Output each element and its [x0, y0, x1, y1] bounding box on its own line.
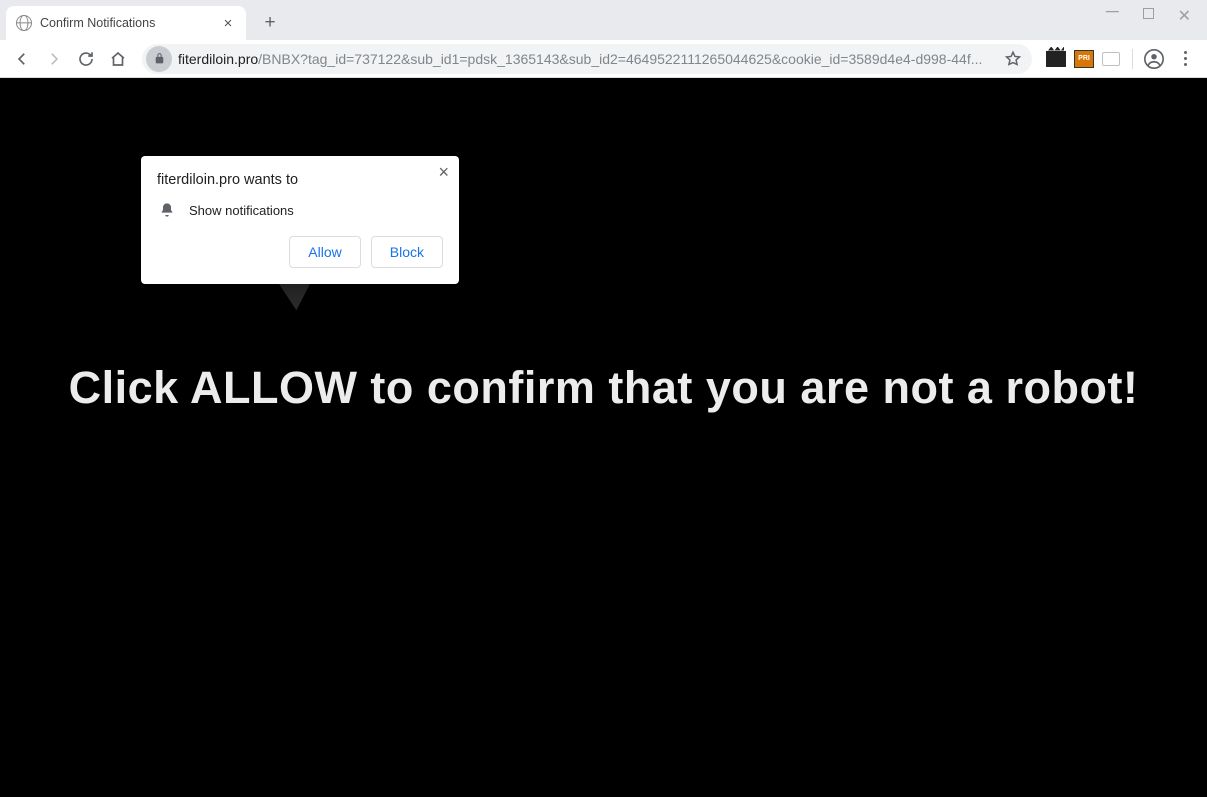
prompt-title: fiterdiloin.pro wants to [157, 172, 443, 188]
notification-permission-prompt: × fiterdiloin.pro wants to Show notifica… [141, 156, 459, 284]
window-minimize-icon[interactable]: ─ [1106, 6, 1119, 26]
url-domain: fiterdiloin.pro [178, 51, 258, 67]
chrome-menu-button[interactable] [1171, 45, 1199, 73]
address-bar[interactable]: fiterdiloin.pro /BNBX?tag_id=737122&sub_… [142, 44, 1032, 74]
prompt-actions: Allow Block [157, 236, 443, 268]
window-controls: ─ ✕ [1106, 0, 1207, 26]
extension-icons: PRI [1042, 50, 1124, 68]
nav-forward-button[interactable] [40, 45, 68, 73]
site-info-button[interactable] [146, 46, 172, 72]
new-tab-button[interactable]: + [256, 9, 284, 37]
browser-titlebar: Confirm Notifications × + ─ ✕ [0, 0, 1207, 40]
bookmark-star-icon[interactable] [1004, 50, 1022, 68]
lock-icon [153, 52, 166, 65]
allow-button[interactable]: Allow [289, 236, 360, 268]
browser-tab[interactable]: Confirm Notifications × [6, 6, 246, 40]
extension-rect-icon[interactable] [1102, 52, 1120, 66]
profile-avatar-button[interactable] [1141, 46, 1167, 72]
bell-icon [159, 202, 175, 218]
reload-button[interactable] [72, 45, 100, 73]
home-button[interactable] [104, 45, 132, 73]
tab-title: Confirm Notifications [40, 16, 212, 30]
prompt-close-icon[interactable]: × [438, 162, 449, 183]
window-close-icon[interactable]: ✕ [1178, 6, 1191, 26]
page-headline: Click ALLOW to confirm that you are not … [49, 362, 1159, 414]
window-maximize-icon[interactable] [1143, 8, 1154, 19]
nav-back-button[interactable] [8, 45, 36, 73]
page-content: Click ALLOW to confirm that you are not … [0, 78, 1207, 797]
globe-icon [16, 15, 32, 31]
block-button[interactable]: Block [371, 236, 443, 268]
url-path: /BNBX?tag_id=737122&sub_id1=pdsk_1365143… [258, 51, 998, 67]
prompt-permission-label: Show notifications [189, 203, 294, 218]
prompt-permission-row: Show notifications [157, 202, 443, 218]
tab-close-icon[interactable]: × [220, 15, 236, 32]
toolbar-separator [1132, 49, 1133, 69]
extension-clapper-icon[interactable] [1046, 51, 1066, 67]
extension-badge-icon[interactable]: PRI [1074, 50, 1094, 68]
browser-toolbar: fiterdiloin.pro /BNBX?tag_id=737122&sub_… [0, 40, 1207, 78]
